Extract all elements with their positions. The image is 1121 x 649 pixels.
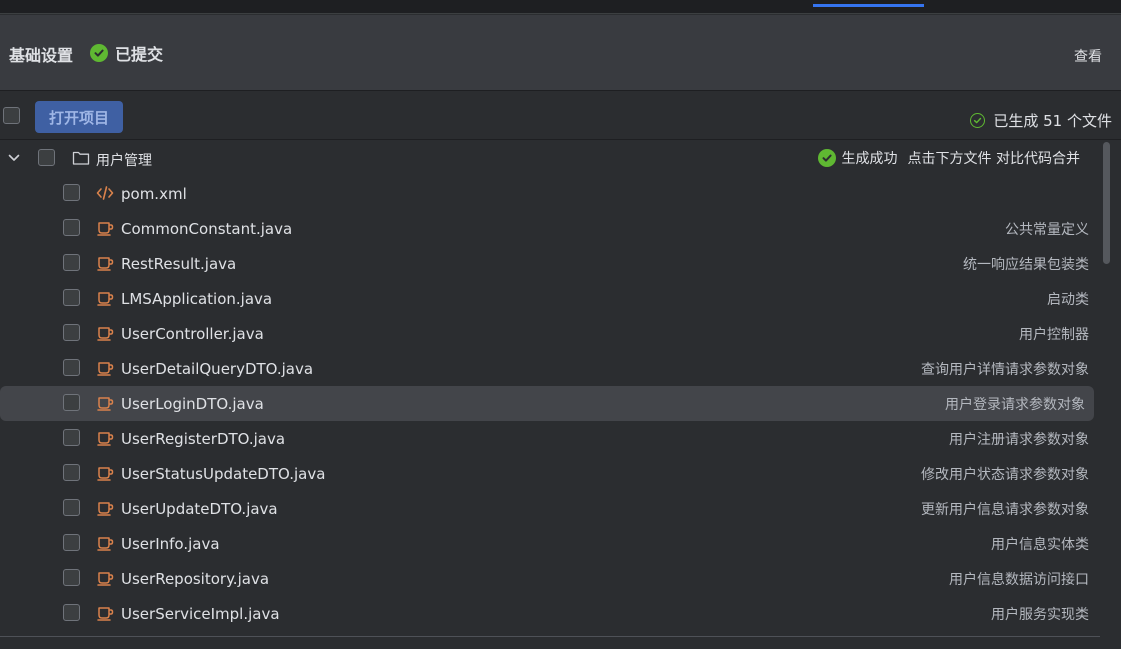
folder-label: 用户管理 <box>96 153 152 169</box>
file-description: 用户控制器 <box>1019 327 1089 343</box>
file-name[interactable]: UserRepository.java <box>121 570 269 588</box>
file-tree: 用户管理 生成成功 点击下方文件 对比代码合并 pom.xml CommonCon… <box>0 141 1121 636</box>
file-description: 用户注册请求参数对象 <box>949 432 1089 448</box>
generated-count-label: 已生成 51 个文件 <box>993 112 1112 130</box>
file-name[interactable]: RestResult.java <box>121 255 236 273</box>
file-checkbox[interactable] <box>63 289 80 306</box>
java-cup-icon <box>96 359 114 377</box>
java-cup-icon <box>96 254 114 272</box>
file-checkbox[interactable] <box>63 394 80 411</box>
generation-success-label: 生成成功 <box>841 151 898 167</box>
java-cup-icon <box>96 499 114 517</box>
file-row[interactable]: UserRegisterDTO.java 用户注册请求参数对象 <box>0 421 1098 456</box>
file-checkbox[interactable] <box>63 429 80 446</box>
file-row[interactable]: pom.xml <box>0 176 1098 211</box>
file-checkbox[interactable] <box>63 219 80 236</box>
java-cup-icon <box>96 464 114 482</box>
java-cup-icon <box>96 324 114 342</box>
check-circle-icon <box>90 44 108 62</box>
file-name[interactable]: UserLoginDTO.java <box>121 395 264 413</box>
compare-hint-label: 点击下方文件 对比代码合并 <box>907 151 1080 167</box>
file-name[interactable]: UserServiceImpl.java <box>121 605 280 623</box>
java-cup-icon <box>96 289 114 307</box>
file-name[interactable]: UserRegisterDTO.java <box>121 430 285 448</box>
java-cup-icon <box>96 569 114 587</box>
file-description: 更新用户信息请求参数对象 <box>921 502 1089 518</box>
file-row[interactable]: UserDetailQueryDTO.java 查询用户详情请求参数对象 <box>0 351 1098 386</box>
file-row[interactable]: UserController.java 用户控制器 <box>0 316 1098 351</box>
view-link[interactable]: 查看 <box>1074 46 1102 66</box>
file-name[interactable]: UserDetailQueryDTO.java <box>121 360 313 378</box>
file-description: 公共常量定义 <box>1005 222 1089 238</box>
file-row[interactable]: RestResult.java 统一响应结果包装类 <box>0 246 1098 281</box>
file-description: 用户信息实体类 <box>991 537 1089 553</box>
divider <box>0 636 1100 637</box>
file-description: 修改用户状态请求参数对象 <box>921 467 1089 483</box>
file-name[interactable]: CommonConstant.java <box>121 220 292 238</box>
chevron-down-icon[interactable] <box>7 151 21 165</box>
file-name[interactable]: pom.xml <box>121 185 187 203</box>
file-row[interactable]: UserInfo.java 用户信息实体类 <box>0 526 1098 561</box>
folder-generation-status: 生成成功 点击下方文件 对比代码合并 <box>817 148 1080 168</box>
file-row[interactable]: UserServiceImpl.java 用户服务实现类 <box>0 596 1098 631</box>
file-row[interactable]: UserLoginDTO.java 用户登录请求参数对象 <box>0 386 1094 421</box>
file-checkbox[interactable] <box>63 499 80 516</box>
file-row[interactable]: UserUpdateDTO.java 更新用户信息请求参数对象 <box>0 491 1098 526</box>
file-name[interactable]: UserUpdateDTO.java <box>121 500 278 518</box>
check-circle-icon <box>817 149 836 167</box>
file-checkbox[interactable] <box>63 534 80 551</box>
file-checkbox[interactable] <box>63 324 80 341</box>
folder-icon <box>72 151 90 165</box>
file-description: 用户信息数据访问接口 <box>949 572 1089 588</box>
file-checkbox[interactable] <box>63 464 80 481</box>
java-cup-icon <box>96 219 114 237</box>
file-row[interactable]: UserRepository.java 用户信息数据访问接口 <box>0 561 1098 596</box>
file-checkbox[interactable] <box>63 359 80 376</box>
xml-code-icon <box>96 184 114 202</box>
file-description: 用户服务实现类 <box>991 607 1089 623</box>
file-description: 用户登录请求参数对象 <box>945 397 1085 413</box>
file-checkbox[interactable] <box>63 184 80 201</box>
file-description: 统一响应结果包装类 <box>963 257 1089 273</box>
java-cup-icon <box>96 394 114 412</box>
submit-status-label: 已提交 <box>115 45 164 64</box>
file-list: pom.xml CommonConstant.java 公共常量定义 RestResu… <box>0 176 1098 631</box>
generated-count: 已生成 51 个文件 <box>970 110 1112 131</box>
file-description: 查询用户详情请求参数对象 <box>921 362 1089 378</box>
file-row[interactable]: CommonConstant.java 公共常量定义 <box>0 211 1098 246</box>
active-tab-indicator <box>813 4 924 7</box>
file-name[interactable]: UserInfo.java <box>121 535 220 553</box>
file-checkbox[interactable] <box>63 604 80 621</box>
section-title: 基础设置 <box>9 46 74 65</box>
folder-checkbox[interactable] <box>38 149 55 166</box>
file-row[interactable]: LMSApplication.java 启动类 <box>0 281 1098 316</box>
file-name[interactable]: LMSApplication.java <box>121 290 272 308</box>
file-name[interactable]: UserStatusUpdateDTO.java <box>121 465 325 483</box>
java-cup-icon <box>96 604 114 622</box>
vertical-scrollbar[interactable] <box>1103 142 1110 264</box>
file-description: 启动类 <box>1047 292 1089 308</box>
file-checkbox[interactable] <box>63 569 80 586</box>
check-circle-outline-icon <box>970 113 986 128</box>
select-all-checkbox[interactable] <box>3 107 20 124</box>
submit-status: 已提交 <box>90 41 163 65</box>
file-toolbar: 打开项目 已生成 51 个文件 <box>0 92 1121 140</box>
java-cup-icon <box>96 534 114 552</box>
file-checkbox[interactable] <box>63 254 80 271</box>
java-cup-icon <box>96 429 114 447</box>
file-row[interactable]: UserStatusUpdateDTO.java 修改用户状态请求参数对象 <box>0 456 1098 491</box>
folder-row[interactable]: 用户管理 生成成功 点击下方文件 对比代码合并 <box>0 141 1098 176</box>
settings-header: 基础设置 已提交 查看 <box>0 15 1121 91</box>
top-tab-bar <box>0 0 1121 14</box>
open-project-button[interactable]: 打开项目 <box>35 101 123 133</box>
file-name[interactable]: UserController.java <box>121 325 264 343</box>
